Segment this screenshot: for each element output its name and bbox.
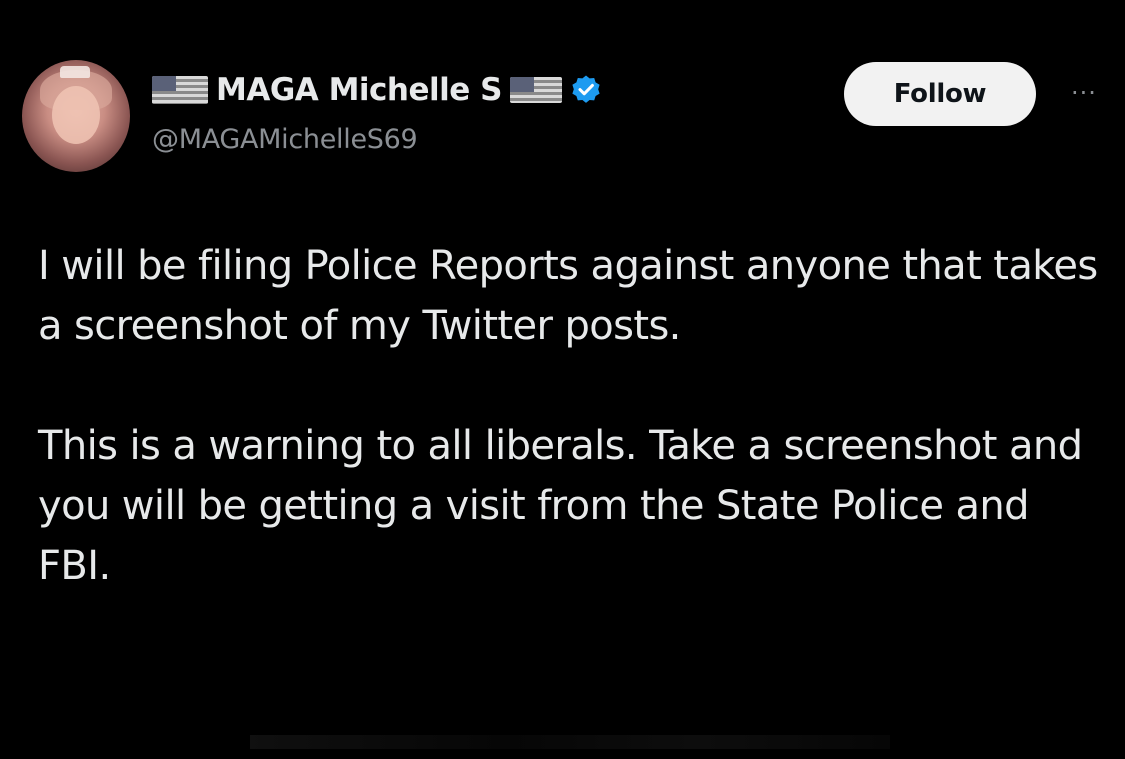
author-display-name[interactable]: MAGA Michelle S [216, 72, 502, 108]
more-options-icon[interactable]: ··· [1058, 78, 1110, 108]
follow-button[interactable]: Follow [844, 62, 1036, 126]
avatar-face [52, 86, 100, 144]
tweet-paragraph: This is a warning to all liberals. Take … [38, 423, 1083, 589]
verified-badge-icon [572, 75, 600, 103]
tweet-text: I will be filing Police Reports against … [38, 236, 1108, 596]
avatar-crown [60, 66, 90, 78]
avatar[interactable] [22, 60, 130, 172]
tweet-paragraph: I will be filing Police Reports against … [38, 243, 1098, 349]
us-flag-icon [509, 77, 562, 103]
tweet-card: MAGA Michelle S @MAGAMichelleS69 Follow … [0, 0, 1125, 759]
us-flag-icon [152, 76, 208, 104]
cropped-footer [250, 735, 890, 749]
author-handle[interactable]: @MAGAMichelleS69 [152, 124, 418, 155]
author-name-row[interactable]: MAGA Michelle S [152, 68, 602, 112]
